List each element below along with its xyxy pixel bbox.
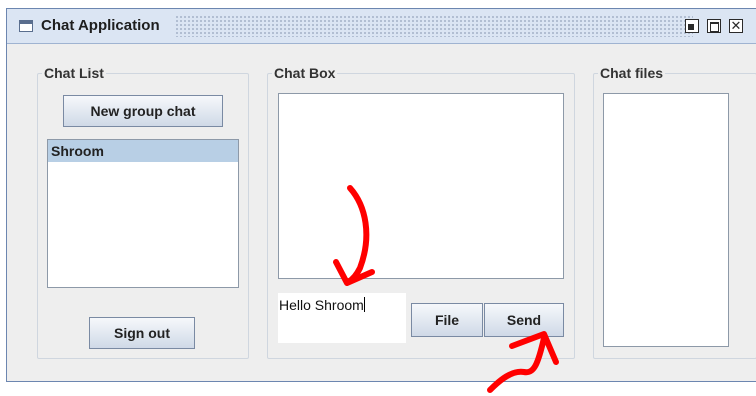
close-icon[interactable]: ✕ [729, 19, 743, 33]
chat-box-legend: Chat Box [274, 65, 336, 81]
send-button[interactable]: Send [484, 303, 564, 337]
message-input-text: Hello Shroom [279, 297, 364, 313]
chat-application-window: Chat Application ✕ Chat List New group c… [6, 8, 756, 382]
window-icon [19, 20, 33, 32]
new-group-chat-button[interactable]: New group chat [63, 95, 223, 127]
chat-list-item-shroom[interactable]: Shroom [48, 140, 238, 162]
sign-out-button[interactable]: Sign out [89, 317, 195, 349]
chat-files-legend: Chat files [600, 65, 664, 81]
text-caret [363, 297, 365, 312]
window-title: Chat Application [41, 17, 168, 34]
title-bar-pattern [175, 15, 693, 37]
file-button[interactable]: File [411, 303, 483, 337]
chat-list-legend: Chat List [44, 65, 104, 81]
maximize-icon[interactable] [707, 19, 721, 33]
chat-files-list[interactable] [603, 93, 729, 347]
title-bar[interactable]: Chat Application ✕ [7, 9, 756, 44]
chat-history-area[interactable] [278, 93, 564, 279]
minimize-icon[interactable] [685, 19, 699, 33]
chat-list[interactable]: Shroom [47, 139, 239, 288]
message-input[interactable]: Hello Shroom [278, 293, 406, 343]
